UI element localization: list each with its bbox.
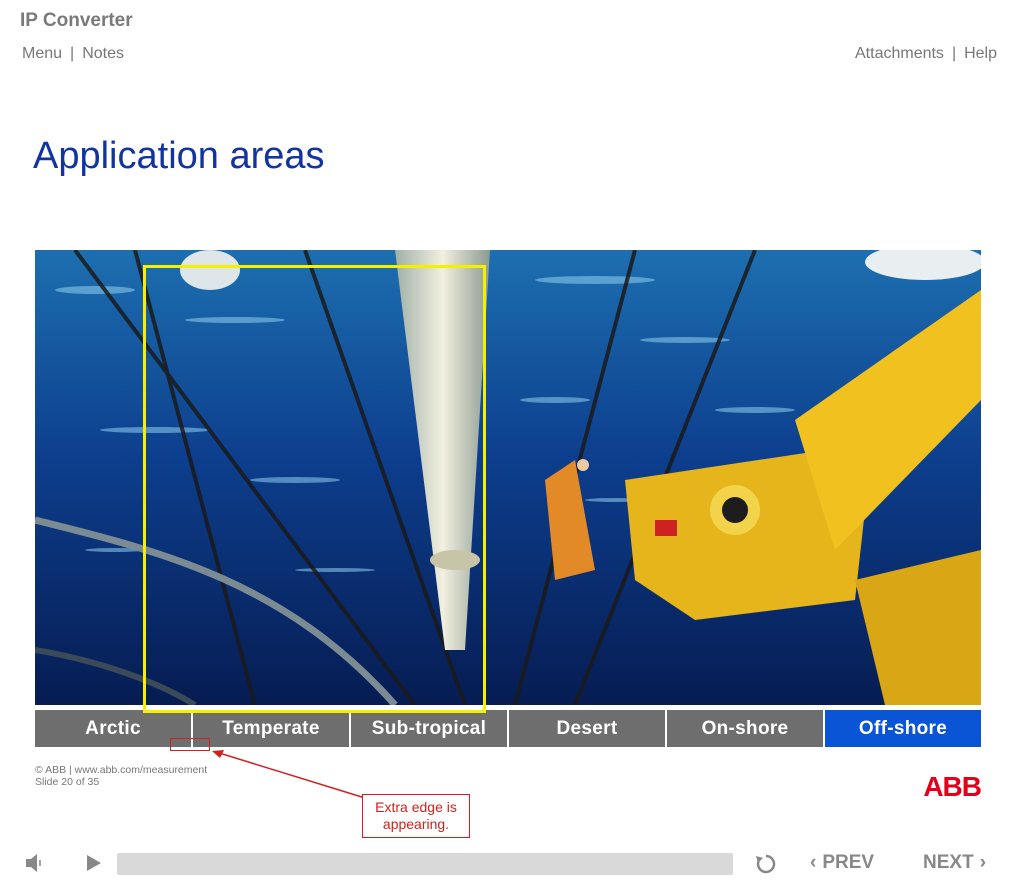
app-title: IP Converter [20, 10, 133, 31]
menu-link[interactable]: Menu [22, 45, 62, 63]
attachments-link[interactable]: Attachments [855, 45, 944, 63]
progress-bar[interactable] [117, 853, 733, 875]
slide-title: Application areas [33, 135, 325, 178]
replay-icon[interactable] [754, 852, 778, 881]
slide-counter: Slide 20 of 35 [35, 776, 100, 788]
chevron-left-icon: ‹ [810, 852, 817, 873]
annotation-callout: Extra edge is appearing. [362, 794, 470, 838]
offshore-rig-photo [35, 250, 981, 705]
play-icon[interactable] [84, 853, 104, 878]
help-link[interactable]: Help [964, 45, 997, 63]
topnav-left: Menu | Notes [22, 45, 124, 63]
prev-label: PREV [822, 852, 875, 873]
tab-temperate[interactable]: Temperate [193, 710, 351, 747]
volume-icon[interactable] [24, 852, 46, 879]
abb-logo: ABB [923, 771, 982, 802]
slide-photo [35, 250, 981, 705]
tab-on-shore[interactable]: On-shore [667, 710, 825, 747]
nav-separator: | [951, 45, 957, 62]
notes-link[interactable]: Notes [82, 45, 124, 63]
tab-off-shore[interactable]: Off-shore [825, 710, 981, 747]
prev-button[interactable]: ‹ PREV [810, 852, 874, 874]
next-label: NEXT [923, 852, 974, 873]
chevron-right-icon: › [979, 852, 987, 873]
nav-separator: | [70, 45, 75, 62]
topnav-right: Attachments | Help [855, 45, 997, 63]
tab-sub-tropical[interactable]: Sub-tropical [351, 710, 509, 747]
tab-desert[interactable]: Desert [509, 710, 667, 747]
next-button[interactable]: NEXT › [923, 852, 986, 874]
extra-edge-marker [170, 738, 210, 751]
copyright-text: © ABB | www.abb.com/measurement [35, 764, 208, 776]
slide-footer: © ABB | www.abb.com/measurement Slide 20… [35, 764, 207, 788]
